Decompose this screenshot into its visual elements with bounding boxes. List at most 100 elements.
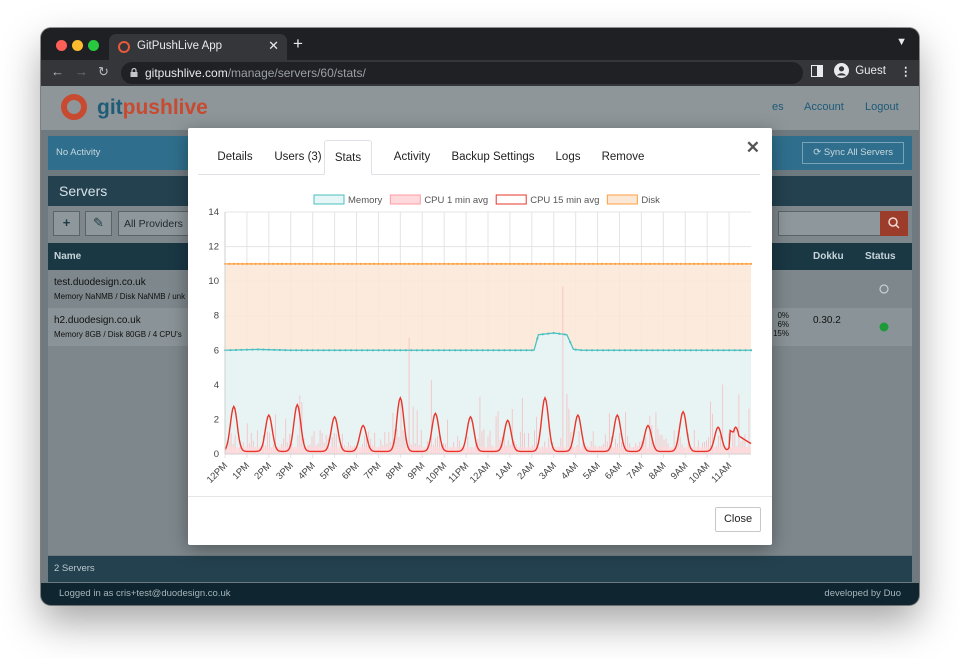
disk-point — [491, 262, 494, 265]
memory-point — [596, 349, 599, 352]
memory-point — [629, 349, 632, 352]
disk-point — [543, 262, 547, 265]
modal-close-icon[interactable]: ✕ — [746, 138, 760, 158]
tab-list-chevron-icon[interactable]: ▼ — [896, 36, 907, 48]
tab-users[interactable]: Users (3) — [266, 140, 330, 175]
search-icon — [888, 217, 900, 229]
providers-select[interactable]: All Providers — [118, 211, 190, 236]
memory-point — [229, 349, 232, 352]
tab-close-icon[interactable]: ✕ — [268, 38, 279, 54]
app-logo[interactable]: gitpushlive — [97, 96, 208, 120]
memory-point — [377, 349, 380, 352]
memory-point — [569, 340, 572, 344]
disk-point — [614, 262, 617, 265]
disk-point — [478, 262, 481, 265]
disk-point — [552, 262, 555, 265]
stats-chart: Memory CPU 1 min avg CPU 15 min avg Disk 0 2 4… — [205, 194, 753, 486]
disk-point — [438, 262, 441, 265]
y-tick-label: 10 — [208, 276, 219, 287]
status-online-icon — [879, 322, 889, 332]
tab-logs[interactable]: Logs — [546, 140, 590, 175]
tab-remove[interactable]: Remove — [596, 140, 650, 175]
browser-tab[interactable]: GitPushLive App ✕ — [109, 34, 287, 60]
memory-point — [306, 349, 309, 352]
add-server-button[interactable]: + — [53, 211, 80, 236]
memory-point — [711, 349, 714, 352]
window-minimize-button[interactable] — [72, 40, 83, 51]
nav-logout-link[interactable]: Logout — [865, 101, 899, 113]
browser-menu-icon[interactable]: ⋮ — [900, 64, 912, 78]
address-bar[interactable]: gitpushlive.com/manage/servers/60/stats/ — [121, 62, 803, 84]
tab-details[interactable]: Details — [198, 140, 272, 175]
disk-point — [482, 262, 485, 265]
disk-point — [495, 262, 498, 265]
memory-point — [289, 349, 292, 352]
nav-services-link[interactable]: es — [772, 101, 784, 113]
memory-point — [426, 349, 429, 352]
x-tick-label: 4PM — [296, 460, 318, 482]
window-close-button[interactable] — [56, 40, 67, 51]
memory-point — [251, 348, 254, 351]
tab-stats[interactable]: Stats — [324, 140, 372, 175]
memory-point — [382, 349, 385, 352]
disk-point — [294, 262, 297, 265]
memory-point — [695, 349, 698, 352]
back-arrow-icon[interactable]: ← — [51, 64, 64, 79]
memory-point — [355, 349, 358, 352]
forward-arrow-icon[interactable]: → — [75, 64, 88, 79]
x-tick-label: 1PM — [230, 460, 252, 482]
x-tick-label: 4AM — [559, 460, 581, 482]
memory-point — [284, 349, 287, 352]
edit-button[interactable]: ✎ — [85, 211, 112, 236]
memory-point — [634, 349, 638, 352]
disk-point — [228, 262, 231, 265]
server-search-input[interactable] — [778, 211, 882, 236]
app-header: gitpushlive es Account Logout — [41, 86, 919, 130]
x-tick-label: 11AM — [709, 460, 734, 485]
disk-point — [421, 262, 424, 265]
profile-button[interactable]: Guest — [834, 63, 886, 78]
memory-point — [459, 349, 462, 352]
memory-point — [344, 349, 347, 352]
logged-in-text: Logged in as cris+test@duodesign.co.uk — [59, 588, 231, 599]
sidebar-toggle-icon[interactable] — [811, 65, 823, 80]
window-maximize-button[interactable] — [88, 40, 99, 51]
nav-account-link[interactable]: Account — [804, 101, 844, 113]
disk-point — [315, 262, 319, 265]
disk-point — [622, 262, 625, 265]
sync-all-servers-button[interactable]: ⟳ Sync All Servers — [802, 142, 904, 164]
usage-memory: 6% — [777, 320, 789, 329]
memory-point — [558, 332, 561, 335]
server-name[interactable]: test.duodesign.co.uk — [54, 277, 146, 288]
disk-point — [324, 262, 327, 265]
server-name[interactable]: h2.duodesign.co.uk — [54, 315, 141, 326]
disk-point — [272, 262, 275, 265]
url-path: /manage/servers/60/stats/ — [227, 66, 366, 80]
search-button[interactable] — [880, 211, 908, 236]
new-tab-icon[interactable]: + — [293, 34, 303, 54]
disk-point — [517, 262, 520, 265]
disk-point — [355, 262, 358, 265]
disk-point — [561, 262, 564, 265]
memory-point — [399, 349, 402, 352]
memory-point — [371, 349, 375, 352]
disk-point — [245, 262, 249, 265]
logo-text-git: git — [97, 96, 123, 119]
tab-activity[interactable]: Activity — [382, 140, 442, 175]
url-text: gitpushlive.com/manage/servers/60/stats/ — [145, 66, 366, 80]
disk-point — [434, 262, 437, 265]
disk-point — [565, 262, 568, 265]
disk-point — [653, 262, 656, 265]
memory-point — [667, 349, 670, 352]
disk-point — [381, 262, 384, 265]
memory-point — [525, 349, 528, 352]
close-button[interactable]: Close — [715, 507, 761, 532]
disk-point — [714, 262, 718, 265]
disk-point — [311, 262, 314, 265]
plus-icon: + — [62, 215, 71, 230]
y-tick-label: 6 — [214, 345, 219, 356]
tab-backup-settings[interactable]: Backup Settings — [446, 140, 540, 175]
memory-point — [492, 349, 495, 352]
reload-icon[interactable]: ↻ — [98, 64, 109, 80]
memory-point — [322, 349, 325, 352]
